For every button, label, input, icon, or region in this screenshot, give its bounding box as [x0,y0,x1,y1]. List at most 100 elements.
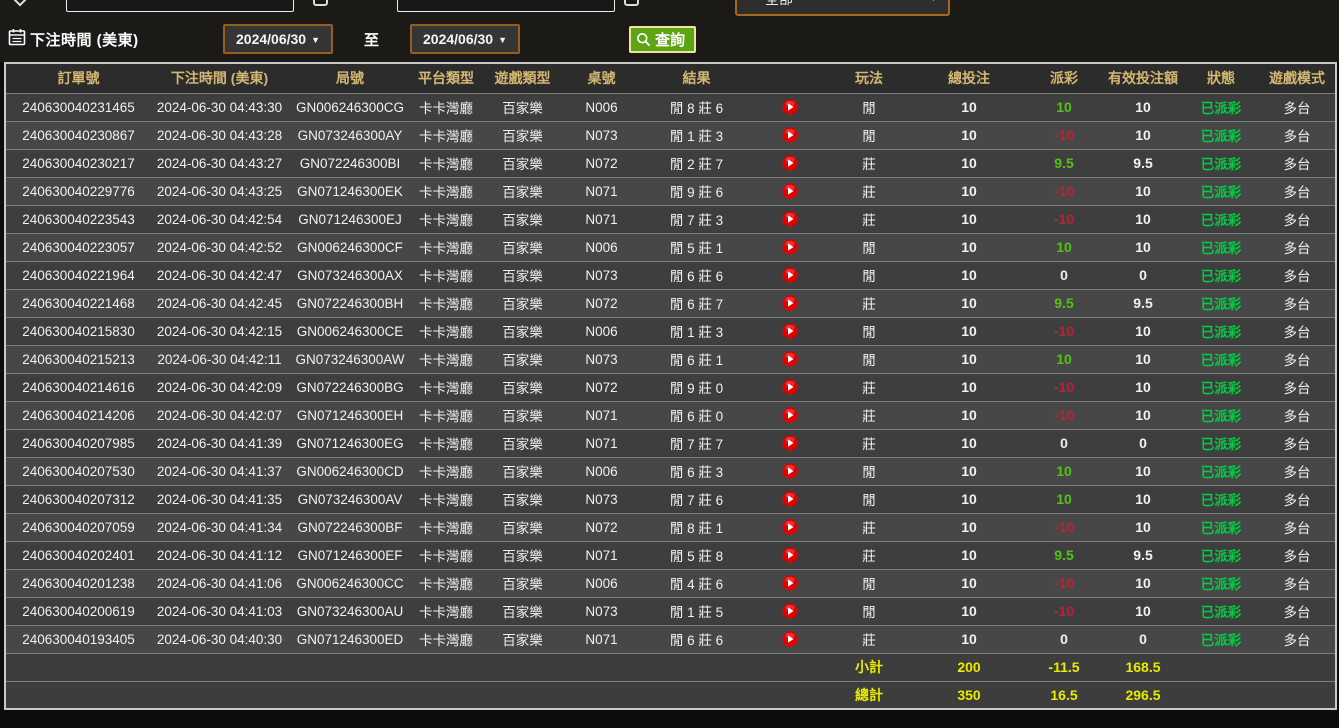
play-replay-button[interactable] [782,463,798,479]
cell-table-no: N006 [565,233,638,261]
cell-total-bet: 10 [913,373,1025,401]
cell-platform-type: 卡卡灣廳 [412,205,480,233]
cell-status: 已派彩 [1183,625,1259,653]
cell-game-type: 百家樂 [480,121,565,149]
cell-platform-type: 卡卡灣廳 [412,373,480,401]
cell-status: 已派彩 [1183,485,1259,513]
cell-order-no: 240630040229776 [5,177,151,205]
cell-table-no: N072 [565,513,638,541]
cell-play [755,93,825,121]
play-replay-button[interactable] [782,491,798,507]
play-replay-button[interactable] [782,351,798,367]
header-result: 結果 [638,63,755,93]
cell-payout: -10 [1025,569,1103,597]
cell-total-bet: 10 [913,457,1025,485]
header-bet_type: 玩法 [825,63,913,93]
cell-round-no: GN006246300CG [288,93,412,121]
date-to-picker[interactable]: 2024/06/30 ▼ [410,24,520,54]
cell-round-no: GN071246300ED [288,625,412,653]
cell-bet-time: 2024-06-30 04:41:37 [151,457,288,485]
cell-game-mode: 多台 [1259,541,1336,569]
play-replay-button[interactable] [782,575,798,591]
cell-table-no: N071 [565,429,638,457]
cell-round-no: GN072246300BH [288,289,412,317]
cell-result: 閒 5 莊 8 [638,541,755,569]
cell-valid-bet: 10 [1103,373,1183,401]
cell-play [755,121,825,149]
play-replay-button[interactable] [782,435,798,451]
cell-round-no: GN071246300EJ [288,205,412,233]
chevron-down-icon: ▼ [929,0,938,3]
cell-valid-bet: 10 [1103,93,1183,121]
search-button[interactable]: 查詢 [629,26,696,53]
play-replay-button[interactable] [782,519,798,535]
cell-play [755,597,825,625]
cell-game-type: 百家樂 [480,177,565,205]
filter-input-1[interactable] [66,0,294,12]
filter-dropdown[interactable]: 全部 ▼ [735,0,950,16]
cell-payout: -10 [1025,401,1103,429]
play-replay-button[interactable] [782,603,798,619]
cell-bet-type: 閒 [825,457,913,485]
cell-bet-time: 2024-06-30 04:43:25 [151,177,288,205]
cell-payout: -10 [1025,317,1103,345]
cell-game-mode: 多台 [1259,597,1336,625]
play-replay-button[interactable] [782,211,798,227]
play-replay-button[interactable] [782,547,798,563]
play-replay-button[interactable] [782,99,798,115]
cell-total-bet: 10 [913,429,1025,457]
play-replay-button[interactable] [782,267,798,283]
play-replay-button[interactable] [782,631,798,647]
subtotal-row-payout: -11.5 [1025,653,1103,681]
cell-game-mode: 多台 [1259,289,1336,317]
cell-bet-time: 2024-06-30 04:42:11 [151,345,288,373]
play-replay-button[interactable] [782,323,798,339]
play-replay-button[interactable] [782,127,798,143]
play-replay-button[interactable] [782,295,798,311]
header-game: 遊戲類型 [480,63,565,93]
play-replay-button[interactable] [782,379,798,395]
cell-order-no: 240630040207530 [5,457,151,485]
cell-round-no: GN072246300BF [288,513,412,541]
cell-platform-type: 卡卡灣廳 [412,541,480,569]
cell-result: 閒 9 莊 0 [638,373,755,401]
cell-valid-bet: 10 [1103,485,1183,513]
cell-table-no: N072 [565,373,638,401]
cell-order-no: 240630040193405 [5,625,151,653]
cell-round-no: GN071246300EH [288,401,412,429]
header-time: 下注時間 (美東) [151,63,288,93]
cell-status: 已派彩 [1183,121,1259,149]
cell-status: 已派彩 [1183,597,1259,625]
cell-round-no: GN006246300CF [288,233,412,261]
cell-play [755,345,825,373]
cell-game-type: 百家樂 [480,457,565,485]
date-from-picker[interactable]: 2024/06/30 ▼ [223,24,333,54]
cell-total-bet: 10 [913,345,1025,373]
cell-status: 已派彩 [1183,429,1259,457]
cell-total-bet: 10 [913,93,1025,121]
cell-payout: 9.5 [1025,541,1103,569]
play-replay-button[interactable] [782,183,798,199]
cell-payout: -10 [1025,373,1103,401]
cell-total-bet: 10 [913,317,1025,345]
filter-input-2[interactable] [397,0,615,12]
cell-bet-type: 閒 [825,121,913,149]
cell-game-type: 百家樂 [480,625,565,653]
cell-platform-type: 卡卡灣廳 [412,429,480,457]
cell-game-type: 百家樂 [480,233,565,261]
play-replay-button[interactable] [782,155,798,171]
cell-bet-type: 閒 [825,93,913,121]
cell-order-no: 240630040230217 [5,149,151,177]
total-row-total-bet: 350 [913,681,1025,709]
cell-play [755,149,825,177]
cell-payout: 9.5 [1025,149,1103,177]
cell-bet-type: 閒 [825,345,913,373]
table-body: 2406300402314652024-06-30 04:43:30GN0062… [5,93,1336,709]
play-replay-button[interactable] [782,239,798,255]
cell-game-mode: 多台 [1259,513,1336,541]
total-row-tail [1183,681,1336,709]
cell-bet-time: 2024-06-30 04:42:54 [151,205,288,233]
cell-round-no: GN073246300AU [288,597,412,625]
cell-payout: 10 [1025,345,1103,373]
play-replay-button[interactable] [782,407,798,423]
